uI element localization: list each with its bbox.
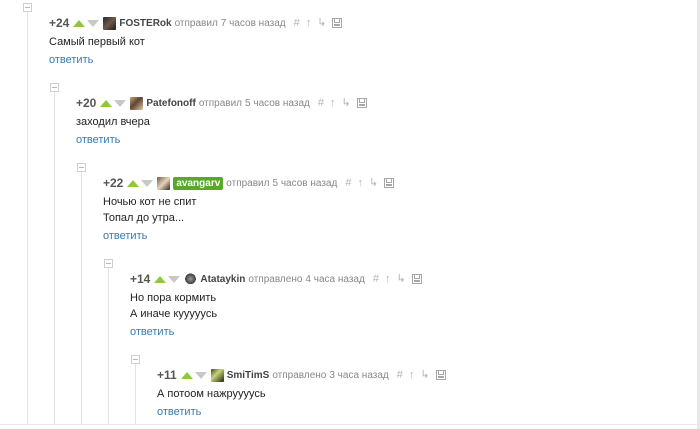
- comment-header: +20 Patefonoff отправил 5 часов назад # …: [76, 95, 367, 111]
- reply-link[interactable]: ответить: [103, 229, 147, 243]
- comment-line: заходил вчера: [76, 116, 150, 128]
- comment-line: Топал до утра...: [103, 212, 185, 224]
- comment: +20 Patefonoff отправил 5 часов назад # …: [76, 95, 367, 148]
- comment: +22 avangarv отправил 5 часов назад # ↑ …: [103, 175, 395, 244]
- collapse-toggle[interactable]: [77, 163, 86, 172]
- action-text: отправлено: [272, 369, 327, 381]
- reply-link[interactable]: ответить: [49, 53, 93, 67]
- comment-header: +14 Atataykin отправлено 4 часа назад # …: [130, 271, 422, 287]
- reply-link[interactable]: ответить: [76, 133, 120, 147]
- vote-down-icon[interactable]: [114, 99, 127, 107]
- reply-link[interactable]: ответить: [157, 405, 201, 419]
- comment-text: А потоом нажруууусь: [157, 386, 446, 402]
- vote-down-icon[interactable]: [194, 371, 207, 379]
- timestamp[interactable]: 7 часов назад: [221, 18, 286, 29]
- vote-up-icon[interactable]: [127, 179, 140, 187]
- timestamp[interactable]: 3 часа назад: [329, 370, 388, 381]
- save-icon[interactable]: [435, 370, 446, 380]
- permalink-icon[interactable]: #: [397, 369, 403, 381]
- comment-text: Но пора кормить А иначе куууууcь: [130, 290, 422, 322]
- username[interactable]: Atataykin: [200, 274, 245, 285]
- parent-arrow-icon[interactable]: ↑: [330, 97, 336, 109]
- avatar[interactable]: [157, 176, 171, 190]
- save-icon[interactable]: [332, 18, 343, 28]
- parent-arrow-icon[interactable]: ↑: [306, 17, 312, 29]
- timestamp[interactable]: 4 часа назад: [305, 274, 364, 285]
- collapse-toggle[interactable]: [131, 355, 140, 364]
- comment-line: Ночью кот не спит: [103, 196, 197, 208]
- rating: +20: [76, 96, 97, 110]
- rating: +11: [157, 368, 177, 382]
- collapse-toggle[interactable]: [104, 259, 113, 268]
- vote-up-icon[interactable]: [180, 371, 193, 379]
- permalink-icon[interactable]: #: [294, 17, 300, 29]
- save-icon[interactable]: [384, 178, 395, 188]
- thread-line[interactable]: [27, 10, 28, 425]
- rating: +22: [103, 176, 124, 190]
- permalink-icon[interactable]: #: [318, 97, 324, 109]
- comment-line: А потоом нажруууусь: [157, 388, 266, 400]
- vote-up-icon[interactable]: [154, 275, 167, 283]
- comment: +14 Atataykin отправлено 4 часа назад # …: [130, 271, 422, 340]
- avatar[interactable]: [130, 96, 144, 110]
- bottom-divider: [0, 424, 700, 425]
- vote-up-icon[interactable]: [100, 99, 113, 107]
- parent-arrow-icon[interactable]: ↑: [409, 369, 415, 381]
- branch-icon[interactable]: ↳: [369, 177, 378, 189]
- rating: +14: [130, 272, 151, 286]
- comment-line: А иначе куууууcь: [130, 308, 218, 320]
- timestamp[interactable]: 5 часов назад: [245, 98, 310, 109]
- action-text: отправил: [174, 17, 218, 29]
- branch-icon[interactable]: ↳: [420, 369, 429, 381]
- comment-line: Но пора кормить: [130, 292, 217, 304]
- vote-down-icon[interactable]: [168, 275, 181, 283]
- comment-header: +22 avangarv отправил 5 часов назад # ↑ …: [103, 175, 395, 191]
- save-icon[interactable]: [411, 274, 422, 284]
- username[interactable]: Patefonoff: [146, 98, 195, 109]
- thread-line[interactable]: [135, 362, 136, 425]
- username[interactable]: SmiTimS: [227, 370, 270, 381]
- collapse-toggle[interactable]: [23, 3, 32, 12]
- comment-header: +24 FOSTERok отправил 7 часов назад # ↑ …: [49, 15, 343, 31]
- branch-icon[interactable]: ↳: [317, 17, 326, 29]
- reply-link[interactable]: ответить: [130, 325, 174, 339]
- comment-text: Ночью кот не спит Топал до утра...: [103, 194, 394, 226]
- action-text: отправлено: [248, 273, 303, 285]
- avatar[interactable]: [210, 368, 224, 382]
- permalink-icon[interactable]: #: [345, 177, 351, 189]
- action-text: отправил: [198, 97, 243, 109]
- username[interactable]: FOSTERok: [119, 18, 171, 29]
- comment-text: заходил вчера: [76, 114, 367, 130]
- comment: +24 FOSTERok отправил 7 часов назад # ↑ …: [49, 15, 343, 68]
- comment: +11 SmiTimS отправлено 3 часа назад # ↑ …: [157, 367, 446, 420]
- branch-icon[interactable]: ↳: [396, 273, 405, 285]
- avatar[interactable]: [184, 272, 198, 286]
- vote-down-icon[interactable]: [87, 19, 100, 27]
- parent-arrow-icon[interactable]: ↑: [357, 177, 363, 189]
- permalink-icon[interactable]: #: [373, 273, 379, 285]
- vote-up-icon[interactable]: [73, 19, 86, 27]
- rating: +24: [49, 16, 70, 30]
- vote-down-icon[interactable]: [141, 179, 154, 187]
- collapse-toggle[interactable]: [50, 83, 59, 92]
- username-highlighted[interactable]: avangarv: [173, 176, 224, 190]
- save-icon[interactable]: [356, 98, 367, 108]
- branch-icon[interactable]: ↳: [341, 97, 350, 109]
- avatar[interactable]: [103, 16, 117, 30]
- action-text: отправил: [226, 177, 270, 189]
- thread-line[interactable]: [81, 170, 82, 425]
- comment-line: Самый первый кот: [49, 36, 145, 48]
- timestamp[interactable]: 5 часов назад: [272, 178, 337, 189]
- comment-header: +11 SmiTimS отправлено 3 часа назад # ↑ …: [157, 367, 446, 383]
- thread-line[interactable]: [108, 266, 109, 425]
- parent-arrow-icon[interactable]: ↑: [385, 273, 391, 285]
- comment-text: Самый первый кот: [49, 34, 342, 50]
- thread-line[interactable]: [54, 90, 55, 425]
